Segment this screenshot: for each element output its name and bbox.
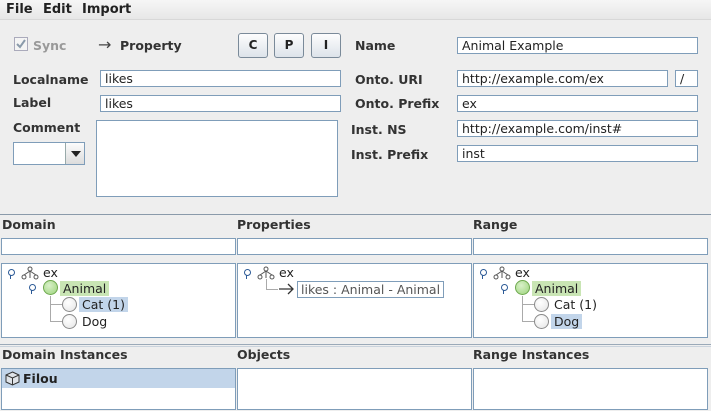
tree-class-dog[interactable]: Dog xyxy=(551,314,583,329)
tree-root-label[interactable]: ex xyxy=(515,265,530,280)
properties-header: Properties xyxy=(237,217,311,232)
tree-class-dog[interactable]: Dog xyxy=(82,314,107,329)
class-circle-icon xyxy=(515,280,530,295)
localname-label: Localname xyxy=(13,72,89,87)
arrow-right-icon: → xyxy=(98,35,112,54)
domain-tree[interactable]: ex Animal Cat (1) Dog xyxy=(1,263,236,338)
objects-header: Objects xyxy=(237,347,291,362)
class-circle-icon xyxy=(534,314,549,329)
inst-ns-field[interactable]: http://example.com/inst# xyxy=(457,120,698,137)
mode-label: Property xyxy=(120,38,182,53)
domain-instances-header: Domain Instances xyxy=(2,347,128,362)
class-mode-button[interactable]: C xyxy=(238,33,268,58)
onto-uri-field[interactable]: http://example.com/ex xyxy=(457,70,668,87)
cube-icon xyxy=(5,371,20,386)
range-instances-list[interactable] xyxy=(473,368,708,410)
menu-file[interactable]: File xyxy=(6,2,33,17)
onto-uri-separator-field[interactable]: / xyxy=(675,70,698,87)
expand-toggle-icon[interactable] xyxy=(479,269,488,279)
objects-list[interactable] xyxy=(237,368,472,410)
tree-class-cat[interactable]: Cat (1) xyxy=(554,297,597,312)
menu-bar: File Edit Import xyxy=(0,0,711,20)
properties-filter-input[interactable] xyxy=(237,238,472,255)
range-instances-header: Range Instances xyxy=(473,347,590,362)
expand-toggle-icon[interactable] xyxy=(243,269,252,279)
list-item[interactable]: Filou xyxy=(2,369,235,388)
class-circle-icon xyxy=(43,280,58,295)
domain-header: Domain xyxy=(2,217,56,232)
tree-guide-line xyxy=(522,304,534,305)
instance-mode-button[interactable]: I xyxy=(311,33,341,58)
tree-guide-line xyxy=(50,304,62,305)
arrow-right-icon xyxy=(279,283,294,295)
sync-checkbox[interactable] xyxy=(14,37,28,51)
class-circle-icon xyxy=(62,297,77,312)
property-mode-button[interactable]: P xyxy=(274,33,304,58)
tree-class-animal[interactable]: Animal xyxy=(532,281,582,296)
hierarchy-icon xyxy=(493,266,511,280)
hierarchy-icon xyxy=(21,266,39,280)
tree-guide-line xyxy=(266,279,267,289)
menu-import[interactable]: Import xyxy=(82,2,131,17)
sync-label: Sync xyxy=(33,38,67,53)
tree-guide-line xyxy=(522,321,534,322)
expand-toggle-icon[interactable] xyxy=(7,269,16,279)
label-label: Label xyxy=(13,95,52,110)
instance-label: Filou xyxy=(23,371,58,386)
label-field[interactable]: likes xyxy=(100,95,341,112)
properties-tree[interactable]: ex likes : Animal - Animal xyxy=(237,263,472,338)
tree-guide-line xyxy=(266,289,278,290)
name-label: Name xyxy=(355,38,396,53)
language-combo[interactable] xyxy=(13,142,85,165)
tree-class-cat[interactable]: Cat (1) xyxy=(79,297,128,312)
range-header: Range xyxy=(473,217,518,232)
tree-guide-line xyxy=(50,296,51,321)
class-circle-icon xyxy=(62,314,77,329)
range-tree[interactable]: ex Animal Cat (1) Dog xyxy=(473,263,708,338)
onto-uri-label: Onto. URI xyxy=(355,72,423,87)
check-icon xyxy=(16,39,26,49)
tree-root-label[interactable]: ex xyxy=(279,265,294,280)
section-divider xyxy=(0,214,711,215)
domain-instances-list[interactable]: Filou xyxy=(1,368,236,410)
name-field[interactable]: Animal Example xyxy=(457,37,698,54)
expand-toggle-icon[interactable] xyxy=(28,284,37,294)
comment-label: Comment xyxy=(13,120,81,135)
inst-prefix-field[interactable]: inst xyxy=(457,145,698,162)
tree-property-likes[interactable]: likes : Animal - Animal xyxy=(297,281,445,298)
class-circle-icon xyxy=(534,297,549,312)
hierarchy-icon xyxy=(257,266,275,280)
localname-field[interactable]: likes xyxy=(100,70,341,87)
tree-guide-line xyxy=(522,296,523,321)
inst-prefix-label: Inst. Prefix xyxy=(351,147,429,162)
tree-root-label[interactable]: ex xyxy=(43,265,58,280)
expand-toggle-icon[interactable] xyxy=(500,284,509,294)
chevron-down-icon[interactable] xyxy=(65,143,84,164)
section-divider xyxy=(0,344,711,345)
domain-filter-input[interactable] xyxy=(1,238,236,255)
inst-ns-label: Inst. NS xyxy=(351,122,407,137)
range-filter-input[interactable] xyxy=(473,238,708,255)
menu-edit[interactable]: Edit xyxy=(43,2,72,17)
onto-prefix-label: Onto. Prefix xyxy=(355,96,440,111)
comment-textarea[interactable] xyxy=(96,120,338,197)
tree-guide-line xyxy=(50,321,62,322)
tree-class-animal[interactable]: Animal xyxy=(60,281,110,296)
onto-prefix-field[interactable]: ex xyxy=(457,95,698,112)
